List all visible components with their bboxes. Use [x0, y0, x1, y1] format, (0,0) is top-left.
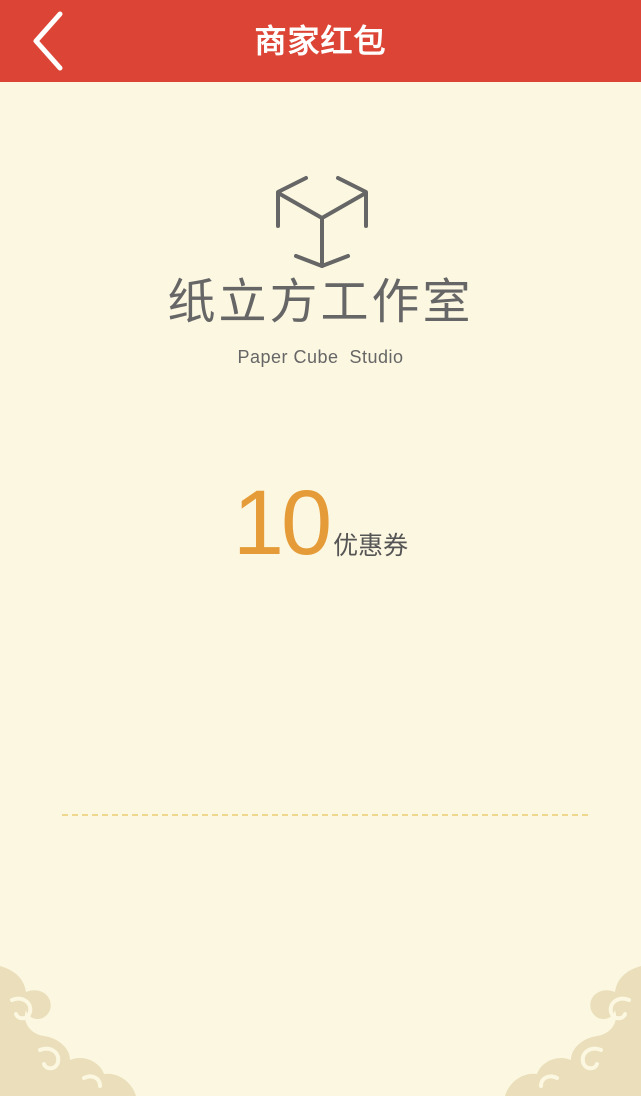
cloud-pattern-icon — [501, 966, 641, 1096]
header-bar: 商家红包 — [0, 0, 641, 82]
cloud-pattern-icon — [0, 966, 140, 1096]
page-title: 商家红包 — [254, 22, 387, 60]
coupon-amount: 10 — [232, 472, 332, 574]
dashed-divider — [62, 814, 588, 816]
coupon-label: 优惠券 — [333, 531, 409, 560]
merchant-name-en: Paper Cube Studio — [237, 347, 404, 367]
merchant-name-cn: 纸立方工作室 — [167, 274, 474, 330]
coupon-value: 10 优惠券 — [0, 468, 641, 578]
cube-icon — [274, 174, 370, 270]
